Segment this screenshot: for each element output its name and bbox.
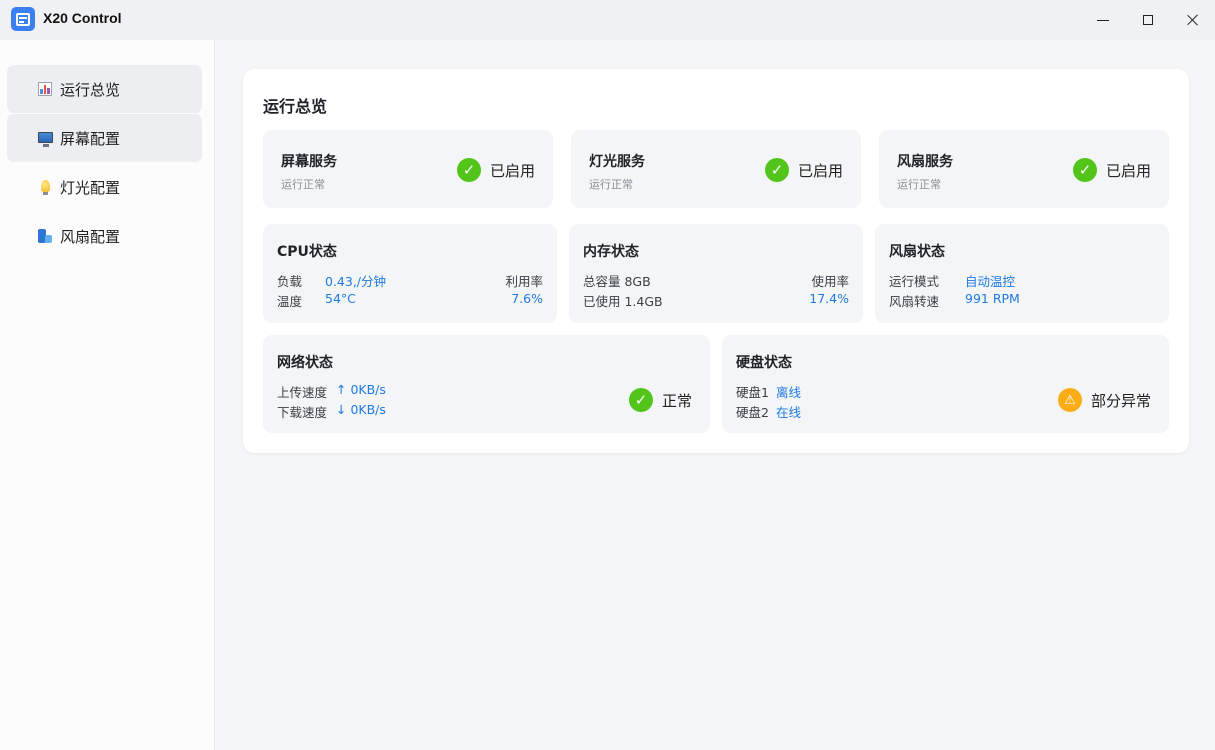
service-subtitle: 运行正常 (281, 178, 325, 191)
page-title: 运行总览 (263, 97, 328, 116)
network-title: 网络状态 (277, 355, 333, 371)
service-status-text: 已启用 (1105, 161, 1151, 180)
bulb-icon (41, 180, 50, 195)
network-status: ✓ 正常 (628, 388, 692, 412)
memory-usage-value: 17.4% (809, 291, 849, 306)
memory-title: 内存状态 (583, 244, 639, 260)
cpu-status-card: CPU状态 负载 0.43,/分钟 温度 54°C 利用率 7.6% (263, 224, 557, 323)
minimize-icon (1097, 19, 1109, 21)
cpu-temp-value: 54°C (325, 291, 356, 306)
main-content: 运行总览 屏幕服务 运行正常 ✓ 已启用 灯光服务 运行正常 ✓ 已启用 风扇服… (215, 40, 1215, 750)
fan-icon (38, 229, 52, 243)
service-name: 风扇服务 (897, 154, 953, 170)
sidebar-item-fan[interactable]: 风扇配置 (7, 212, 202, 260)
cpu-util-label: 利用率 (505, 274, 543, 289)
sidebar-item-light[interactable]: 灯光配置 (7, 163, 202, 211)
sidebar-item-label: 运行总览 (60, 80, 121, 99)
network-up-value: ↑ 0KB/s (336, 382, 386, 397)
monitor-icon (38, 132, 53, 147)
service-card-light: 灯光服务 运行正常 ✓ 已启用 (571, 130, 861, 208)
cpu-load-label: 负载 (277, 274, 303, 289)
sidebar: 运行总览 屏幕配置 灯光配置 风扇配置 (0, 40, 215, 750)
sidebar-item-label: 屏幕配置 (60, 129, 121, 148)
service-card-screen: 屏幕服务 运行正常 ✓ 已启用 (263, 130, 553, 208)
chart-icon (38, 82, 52, 96)
service-subtitle: 运行正常 (589, 178, 633, 191)
disk-status-card: 硬盘状态 硬盘1 离线 硬盘2 在线 ⚠ 部分异常 (722, 335, 1169, 433)
disk2-label: 硬盘2 (736, 405, 769, 420)
disk-title: 硬盘状态 (736, 355, 792, 371)
disk-status: ⚠ 部分异常 (1057, 388, 1151, 412)
check-circle-icon: ✓ (628, 388, 653, 412)
check-circle-icon: ✓ (456, 158, 481, 182)
check-circle-icon: ✓ (1072, 158, 1097, 182)
fan-speed-label: 风扇转速 (889, 294, 940, 309)
memory-status-card: 内存状态 总容量 8GB 已使用 1.4GB 使用率 17.4% (569, 224, 863, 323)
network-down-value: ↓ 0KB/s (336, 402, 386, 417)
cpu-util-value: 7.6% (511, 291, 543, 306)
title-bar: X20 Control (0, 0, 1215, 40)
fan-mode-value: 自动温控 (965, 274, 1016, 289)
fan-mode-label: 运行模式 (889, 274, 940, 289)
service-status-text: 已启用 (797, 161, 843, 180)
cpu-title: CPU状态 (277, 244, 337, 260)
cpu-load-value: 0.43,/分钟 (325, 274, 387, 289)
disk1-value: 离线 (776, 385, 802, 400)
sidebar-item-overview[interactable]: 运行总览 (7, 65, 202, 113)
memory-total: 总容量 8GB (583, 274, 651, 289)
cpu-temp-label: 温度 (277, 294, 303, 309)
service-card-fan: 风扇服务 运行正常 ✓ 已启用 (879, 130, 1169, 208)
maximize-button[interactable] (1125, 0, 1171, 40)
service-status: ✓ 已启用 (1072, 158, 1151, 182)
service-status: ✓ 已启用 (456, 158, 535, 182)
disk-status-text: 部分异常 (1090, 391, 1151, 410)
sidebar-item-label: 风扇配置 (60, 227, 121, 246)
close-button[interactable] (1170, 0, 1215, 40)
service-subtitle: 运行正常 (897, 178, 941, 191)
close-icon (1187, 14, 1199, 26)
sidebar-item-label: 灯光配置 (60, 178, 121, 197)
maximize-icon (1143, 15, 1153, 25)
fan-status-card: 风扇状态 运行模式 自动温控 风扇转速 991 RPM (875, 224, 1169, 323)
memory-usage-label: 使用率 (811, 274, 849, 289)
service-status: ✓ 已启用 (764, 158, 843, 182)
app-logo-icon (11, 7, 35, 31)
overview-panel: 运行总览 屏幕服务 运行正常 ✓ 已启用 灯光服务 运行正常 ✓ 已启用 风扇服… (243, 69, 1189, 453)
sidebar-item-screen[interactable]: 屏幕配置 (7, 114, 202, 162)
disk2-value: 在线 (776, 405, 802, 420)
fan-speed-value: 991 RPM (965, 291, 1020, 306)
warning-icon: ⚠ (1057, 388, 1082, 412)
service-name: 屏幕服务 (281, 154, 337, 170)
service-name: 灯光服务 (589, 154, 645, 170)
memory-used: 已使用 1.4GB (583, 294, 663, 309)
disk1-label: 硬盘1 (736, 385, 769, 400)
network-status-card: 网络状态 上传速度 ↑ 0KB/s 下载速度 ↓ 0KB/s ✓ 正常 (263, 335, 710, 433)
network-up-label: 上传速度 (277, 385, 328, 400)
minimize-button[interactable] (1080, 0, 1126, 40)
network-status-text: 正常 (661, 391, 692, 410)
fan-title: 风扇状态 (889, 244, 945, 260)
check-circle-icon: ✓ (764, 158, 789, 182)
window-title: X20 Control (43, 10, 122, 26)
network-down-label: 下载速度 (277, 405, 328, 420)
service-status-text: 已启用 (489, 161, 535, 180)
